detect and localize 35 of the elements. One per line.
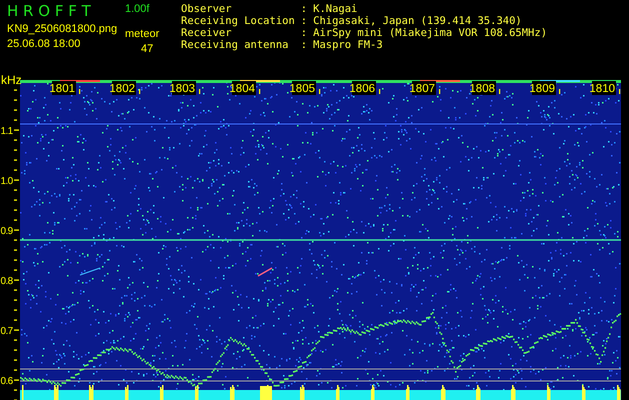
info-label: Observer bbox=[181, 3, 233, 15]
time-label: 1802 bbox=[109, 81, 140, 95]
app-title: H R O F F T bbox=[7, 2, 92, 20]
axis-label: 1.1 bbox=[0, 126, 13, 137]
meteor-count: 47 bbox=[141, 43, 154, 55]
info-separator: : bbox=[300, 27, 308, 39]
info-label: Receiving Location bbox=[181, 15, 295, 27]
date-time: 25.06.08 18:00 bbox=[7, 38, 82, 50]
time-label: 1803 bbox=[169, 81, 200, 95]
time-label: 1809 bbox=[529, 81, 560, 95]
info-separator: : bbox=[300, 15, 308, 27]
version-label: 1.00f bbox=[125, 3, 150, 15]
file-name: KN9_2506081800.png bbox=[7, 23, 118, 35]
info-value: K.Nagai bbox=[313, 3, 358, 15]
axis-label: 0.6 bbox=[0, 376, 13, 387]
time-label: 1810 bbox=[589, 81, 620, 95]
axis-unit: kHz bbox=[1, 75, 22, 87]
time-label: 1806 bbox=[349, 81, 380, 95]
time-label: 1801 bbox=[49, 81, 80, 95]
info-label: Receiver bbox=[181, 27, 233, 39]
info-label: Receiving antenna bbox=[181, 39, 290, 51]
info-value: Maspro FM-3 bbox=[313, 39, 384, 51]
axis-label: 0.9 bbox=[0, 226, 13, 237]
info-value: AirSpy mini (Miakejima VOR 108.65MHz) bbox=[313, 27, 548, 39]
info-separator: : bbox=[300, 39, 308, 51]
count-label: meteor bbox=[125, 28, 160, 40]
time-label: 1804 bbox=[229, 81, 260, 95]
time-label: 1805 bbox=[289, 81, 320, 95]
axis-label: 1.0 bbox=[0, 176, 13, 187]
info-separator: : bbox=[300, 3, 308, 15]
time-label: 1807 bbox=[409, 81, 440, 95]
time-label: 1808 bbox=[469, 81, 500, 95]
info-value: Chigasaki, Japan (139.414 35.340) bbox=[313, 15, 523, 27]
axis-label: 0.7 bbox=[0, 326, 13, 337]
axis-label: 0.8 bbox=[0, 276, 13, 287]
